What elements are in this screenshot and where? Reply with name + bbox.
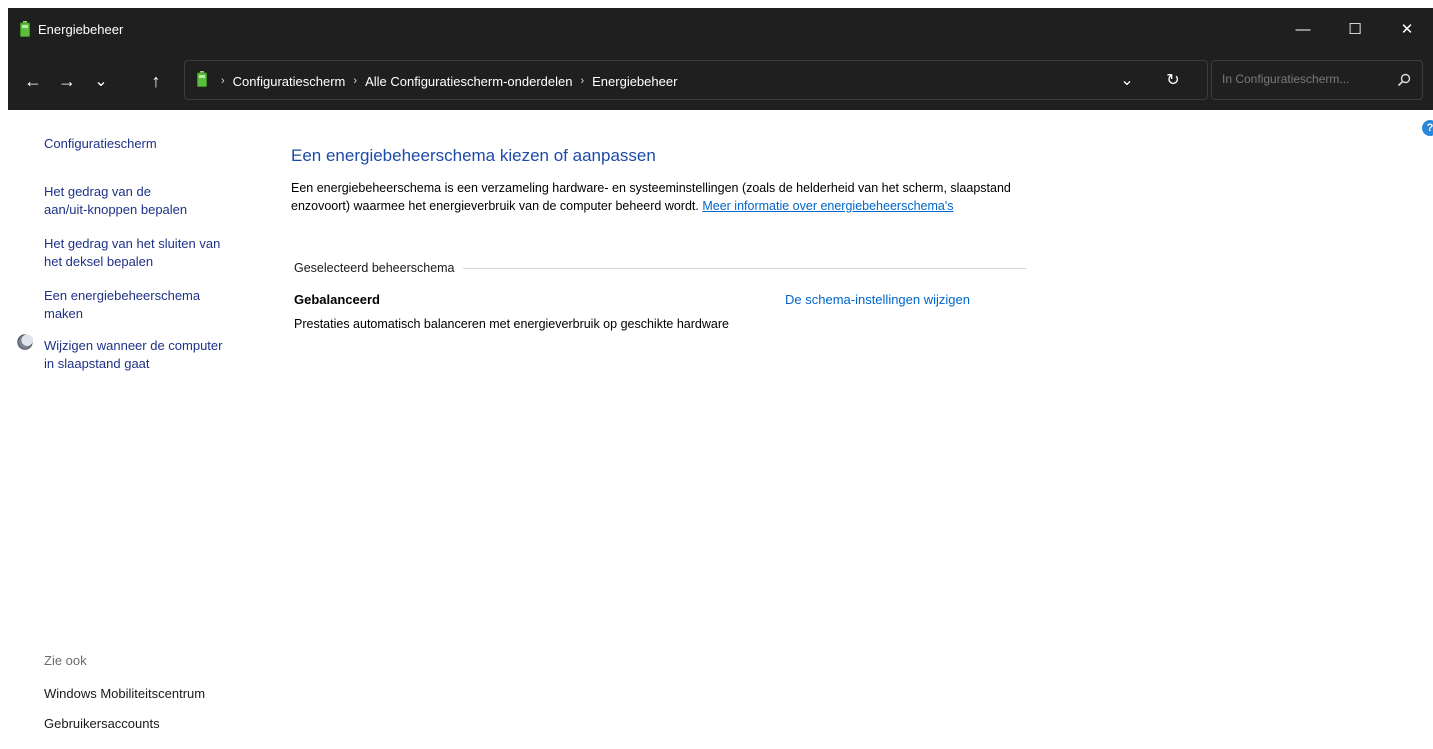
plan-description: Prestaties automatisch balanceren met en… (294, 317, 729, 331)
sidebar-item-label: Het gedrag van de (44, 184, 151, 199)
see-also-heading: Zie ook (44, 653, 87, 668)
sidebar-item-power-buttons[interactable]: Het gedrag van de aan/uit-knoppen bepalen (44, 183, 187, 219)
search-input[interactable]: In Configuratiescherm... (1211, 60, 1423, 100)
sidebar-item-label: Het gedrag van het sluiten van (44, 236, 221, 251)
address-dropdown-button[interactable]: ⌄ (1117, 70, 1137, 90)
close-button[interactable]: ✕ (1381, 8, 1433, 50)
help-button[interactable]: ? (1422, 120, 1433, 136)
breadcrumb-separator[interactable]: › (580, 75, 584, 87)
maximize-button[interactable]: ☐ (1329, 8, 1381, 50)
battery-icon (18, 20, 32, 38)
address-bar[interactable]: › Configuratiescherm › Alle Configuratie… (184, 60, 1208, 100)
sidebar-item-label: het deksel bepalen (44, 254, 154, 269)
navigation-bar: ← → ⌄ ↑ › Configuratiescherm › Alle Conf… (8, 50, 1433, 110)
change-plan-settings-link[interactable]: De schema-instellingen wijzigen (785, 292, 970, 307)
breadcrumb-item[interactable]: Configuratiescherm (233, 74, 346, 89)
recent-locations-button[interactable]: ⌄ (88, 68, 114, 94)
see-also-user-accounts-link[interactable]: Gebruikersaccounts (44, 715, 160, 733)
plan-name: Gebalanceerd (294, 292, 380, 307)
window-controls: — ☐ ✕ (1277, 8, 1433, 50)
page-description: Een energiebeheerschema is een verzameli… (291, 179, 1031, 215)
search-placeholder: In Configuratiescherm... (1222, 72, 1350, 86)
page-title: Een energiebeheerschema kiezen of aanpas… (291, 146, 656, 165)
back-button[interactable]: ← (20, 68, 46, 94)
more-info-link[interactable]: Meer informatie over energiebeheerschema… (702, 199, 953, 213)
sidebar-item-label: in slaapstand gaat (44, 356, 150, 371)
forward-button[interactable]: → (54, 68, 80, 94)
title-bar: Energiebeheer — ☐ ✕ (8, 8, 1433, 50)
top-strip (0, 0, 1433, 8)
sidebar-item-lid-close[interactable]: Het gedrag van het sluiten van het deksel… (44, 235, 220, 271)
breadcrumb: › Configuratiescherm › Alle Configuratie… (221, 72, 677, 90)
breadcrumb-item[interactable]: Alle Configuratiescherm-onderdelen (365, 74, 572, 89)
breadcrumb-separator[interactable]: › (353, 75, 357, 87)
battery-icon (197, 71, 211, 89)
sidebar-item-sleep-settings[interactable]: Wijzigen wanneer de computer in slaapstan… (44, 337, 222, 373)
up-button[interactable]: ↑ (143, 68, 169, 94)
window-title: Energiebeheer (38, 21, 124, 37)
search-icon[interactable] (1396, 72, 1412, 88)
sidebar-item-label: Wijzigen wanneer de computer (44, 338, 223, 353)
sidebar-item-label: maken (44, 306, 84, 321)
breadcrumb-item[interactable]: Energiebeheer (592, 74, 677, 89)
see-also-mobility-center-link[interactable]: Windows Mobiliteitscentrum (44, 685, 205, 703)
selected-plan-group-label: Geselecteerd beheerschema (294, 261, 463, 275)
sidebar-item-label: Een energiebeheerschema (44, 288, 201, 303)
refresh-button[interactable]: ↻ (1163, 70, 1183, 90)
sleep-moon-icon (17, 334, 33, 350)
sidebar-home-link[interactable]: Configuratiescherm (44, 135, 157, 153)
sidebar-item-label: aan/uit-knoppen bepalen (44, 202, 188, 217)
minimize-button[interactable]: — (1277, 8, 1329, 50)
sidebar-item-create-plan[interactable]: Een energiebeheerschema maken (44, 287, 200, 323)
breadcrumb-separator: › (221, 75, 225, 87)
